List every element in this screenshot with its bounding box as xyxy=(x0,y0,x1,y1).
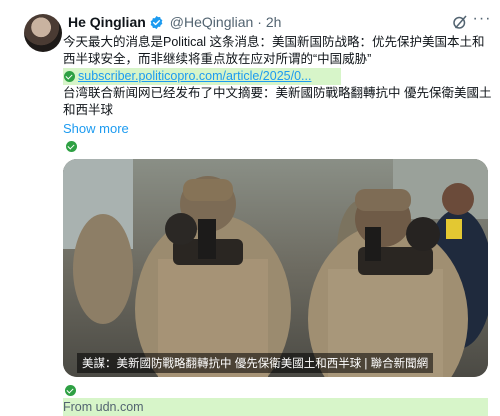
tweet-line: 和西半球 xyxy=(63,103,114,117)
article-photo xyxy=(63,159,488,377)
link-row: subscriber.politicopro.com/article/2025/… xyxy=(63,68,341,85)
show-more-link[interactable]: Show more xyxy=(63,120,493,137)
link-card[interactable]: 美謀：美新國防戰略翻轉抗中 優先保衛美國土和西半球 | 聯合新聞網 xyxy=(63,159,488,377)
tweet-header: He Qinglian @HeQinglian · 2h xyxy=(68,12,281,32)
author-name[interactable]: He Qinglian xyxy=(68,14,146,30)
tweet-text: 今天最大的消息是Political 这条消息：美国新国防战略：优先保护美国本土和… xyxy=(63,34,493,137)
article-link[interactable]: subscriber.politicopro.com/article/2025/… xyxy=(78,68,311,85)
tweet-line: 西半球安全，而非继续将重点放在应对所谓的“中国威胁” xyxy=(63,52,372,66)
more-icon[interactable]: ··· xyxy=(472,11,492,32)
check-icon xyxy=(65,385,76,396)
tweet-line: 台湾联合新闻网已经发布了中文摘要：美新國防戰略翻轉抗中 優先保衛美國土 xyxy=(63,86,492,100)
verified-badge-icon xyxy=(150,15,163,29)
avatar[interactable] xyxy=(24,14,62,52)
author-handle[interactable]: @HeQinglian xyxy=(170,14,253,30)
tweet-line: 今天最大的消息是Political 这条消息：美国新国防战略：优先保护美国本土和 xyxy=(63,35,485,49)
card-source[interactable]: From udn.com xyxy=(63,398,488,416)
grok-icon[interactable] xyxy=(451,13,469,31)
check-icon xyxy=(66,141,77,152)
card-caption: 美謀：美新國防戰略翻轉抗中 優先保衛美國土和西半球 | 聯合新聞網 xyxy=(77,353,434,373)
timestamp[interactable]: · 2h xyxy=(257,14,281,30)
check-icon xyxy=(64,71,75,82)
